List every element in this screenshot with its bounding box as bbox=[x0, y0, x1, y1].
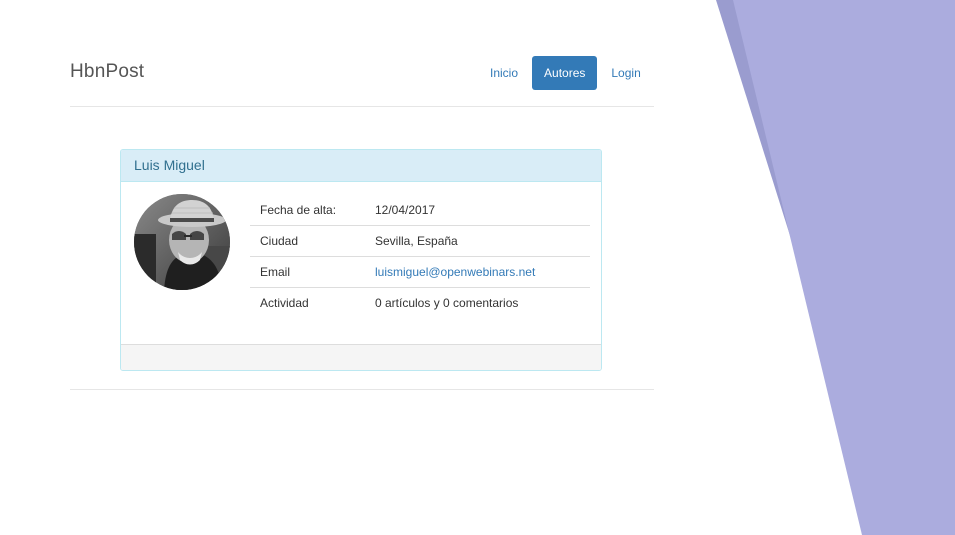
email-link[interactable]: luismiguel@openwebinars.net bbox=[375, 265, 535, 279]
table-row: Email luismiguel@openwebinars.net bbox=[250, 256, 590, 288]
author-info-table: Fecha de alta: 12/04/2017 Ciudad Sevilla… bbox=[250, 195, 590, 318]
table-row: Actividad 0 artículos y 0 comentarios bbox=[250, 287, 590, 318]
nav-login[interactable]: Login bbox=[599, 56, 652, 90]
nav-inicio[interactable]: Inicio bbox=[478, 56, 530, 90]
header-divider bbox=[70, 106, 654, 107]
table-row: Ciudad Sevilla, España bbox=[250, 225, 590, 257]
field-label: Ciudad bbox=[250, 225, 365, 257]
panel-footer bbox=[121, 344, 601, 370]
email-cell: luismiguel@openwebinars.net bbox=[365, 256, 590, 288]
avatar-photo bbox=[134, 194, 230, 290]
table-row: Fecha de alta: 12/04/2017 bbox=[250, 195, 590, 226]
brand-logo[interactable]: HbnPost bbox=[70, 61, 144, 83]
footer-divider bbox=[70, 389, 654, 390]
field-value: 12/04/2017 bbox=[375, 203, 436, 217]
field-value: Sevilla, España bbox=[365, 225, 590, 257]
field-label: Actividad bbox=[250, 287, 365, 318]
author-name-heading: Luis Miguel bbox=[121, 150, 601, 182]
avatar bbox=[134, 194, 230, 290]
field-value: 0 artículos y 0 comentarios bbox=[365, 287, 590, 318]
author-panel: Luis Miguel Fecha de alta: 12/04/2017 Ci… bbox=[120, 149, 602, 371]
field-label: Fecha de alta: bbox=[260, 203, 337, 217]
field-label: Email bbox=[250, 256, 365, 288]
nav-autores[interactable]: Autores bbox=[532, 56, 598, 90]
main-nav: Inicio Autores Login bbox=[478, 56, 653, 90]
